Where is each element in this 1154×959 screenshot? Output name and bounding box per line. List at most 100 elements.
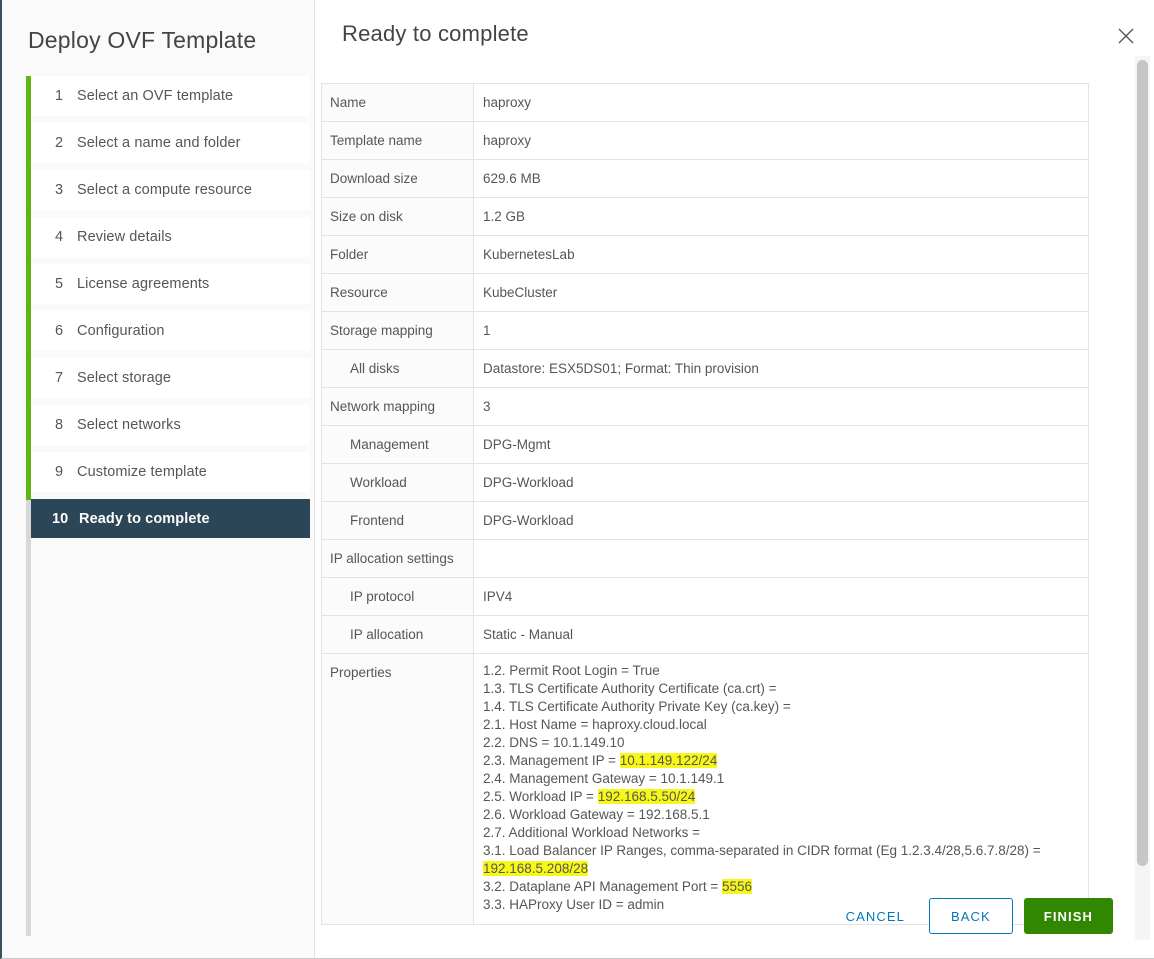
summary-row-value: Datastore: ESX5DS01; Format: Thin provis…	[474, 350, 1089, 388]
summary-row: Namehaproxy	[322, 84, 1089, 122]
property-line: 2.2. DNS = 10.1.149.10	[483, 734, 1088, 752]
sidebar-step-9[interactable]: 9Customize template	[31, 452, 310, 492]
sidebar-step-4[interactable]: 4Review details	[31, 217, 310, 257]
sidebar-step-1[interactable]: 1Select an OVF template	[31, 76, 310, 116]
sidebar-step-10[interactable]: 10Ready to complete	[31, 499, 310, 538]
sidebar-step-3[interactable]: 3Select a compute resource	[31, 170, 310, 210]
property-line: 2.4. Management Gateway = 10.1.149.1	[483, 770, 1088, 788]
sidebar-step-label: License agreements	[77, 276, 209, 292]
summary-row: WorkloadDPG-Workload	[322, 464, 1089, 502]
sidebar-step-number: 2	[55, 135, 77, 151]
sidebar-step-label: Select a name and folder	[77, 135, 241, 151]
scrollbar-thumb[interactable]	[1137, 60, 1148, 866]
property-line: 2.5. Workload IP = 192.168.5.50/24	[483, 788, 1088, 806]
summary-row-value: Static - Manual	[474, 616, 1089, 654]
sidebar-step-2[interactable]: 2Select a name and folder	[31, 123, 310, 163]
summary-row-label: Storage mapping	[322, 312, 474, 350]
summary-row-label: Management	[322, 426, 474, 464]
wizard-content: Ready to complete NamehaproxyTemplate na…	[315, 0, 1154, 958]
summary-row-value	[474, 540, 1089, 578]
summary-row: ManagementDPG-Mgmt	[322, 426, 1089, 464]
sidebar-step-7[interactable]: 7Select storage	[31, 358, 310, 398]
summary-row-label: Folder	[322, 236, 474, 274]
summary-row: All disksDatastore: ESX5DS01; Format: Th…	[322, 350, 1089, 388]
property-text: 2.1. Host Name = haproxy.cloud.local	[483, 717, 707, 732]
property-highlighted-value: 192.168.5.50/24	[598, 789, 696, 804]
wizard-sidebar: Deploy OVF Template 1Select an OVF templ…	[2, 0, 315, 958]
summary-row-value: DPG-Workload	[474, 464, 1089, 502]
property-text: 2.3. Management IP =	[483, 753, 620, 768]
summary-row: IP protocolIPV4	[322, 578, 1089, 616]
property-line: 2.1. Host Name = haproxy.cloud.local	[483, 716, 1088, 734]
content-scrollbar[interactable]	[1135, 56, 1150, 940]
wizard-step-list: 1Select an OVF template 2Select a name an…	[26, 76, 314, 958]
summary-row-value: DPG-Workload	[474, 502, 1089, 540]
summary-row-value: haproxy	[474, 122, 1089, 160]
summary-row-label: Resource	[322, 274, 474, 312]
finish-button[interactable]: FINISH	[1024, 898, 1113, 934]
summary-row: FrontendDPG-Workload	[322, 502, 1089, 540]
cancel-button[interactable]: CANCEL	[832, 901, 919, 932]
summary-row: IP allocationStatic - Manual	[322, 616, 1089, 654]
summary-row-value: KubeCluster	[474, 274, 1089, 312]
summary-row: Size on disk1.2 GB	[322, 198, 1089, 236]
summary-row-value: 1.2 GB	[474, 198, 1089, 236]
property-text: 2.2. DNS = 10.1.149.10	[483, 735, 624, 750]
summary-row-value: IPV4	[474, 578, 1089, 616]
sidebar-step-number: 6	[55, 323, 77, 339]
sidebar-step-6[interactable]: 6Configuration	[31, 311, 310, 351]
property-line: 3.1. Load Balancer IP Ranges, comma-sepa…	[483, 842, 1083, 878]
sidebar-step-number: 4	[55, 229, 77, 245]
sidebar-step-8[interactable]: 8Select networks	[31, 405, 310, 445]
summary-row-value: DPG-Mgmt	[474, 426, 1089, 464]
property-highlighted-value: 10.1.149.122/24	[620, 753, 718, 768]
summary-row: ResourceKubeCluster	[322, 274, 1089, 312]
dialog-footer: CANCEL BACK FINISH	[315, 896, 1154, 936]
property-highlighted-value: 5556	[722, 879, 752, 894]
summary-row: FolderKubernetesLab	[322, 236, 1089, 274]
property-text: 3.1. Load Balancer IP Ranges, comma-sepa…	[483, 843, 1041, 858]
sidebar-step-5[interactable]: 5License agreements	[31, 264, 310, 304]
summary-row-label: Template name	[322, 122, 474, 160]
back-button[interactable]: BACK	[929, 898, 1013, 934]
property-text: 2.4. Management Gateway = 10.1.149.1	[483, 771, 724, 786]
property-text: 2.5. Workload IP =	[483, 789, 598, 804]
summary-row-label: Properties	[322, 654, 474, 925]
property-text: 3.2. Dataplane API Management Port =	[483, 879, 722, 894]
property-line: 1.2. Permit Root Login = True	[483, 662, 1088, 680]
summary-row-label: Network mapping	[322, 388, 474, 426]
summary-row-value: KubernetesLab	[474, 236, 1089, 274]
property-text: 1.3. TLS Certificate Authority Certifica…	[483, 681, 777, 696]
property-line: 1.4. TLS Certificate Authority Private K…	[483, 698, 1088, 716]
summary-row: IP allocation settings	[322, 540, 1089, 578]
summary-row: Storage mapping1	[322, 312, 1089, 350]
sidebar-step-label: Select networks	[77, 417, 181, 433]
summary-row-value: haproxy	[474, 84, 1089, 122]
summary-row: Download size629.6 MB	[322, 160, 1089, 198]
summary-row-label: IP protocol	[322, 578, 474, 616]
sidebar-step-number: 9	[55, 464, 77, 480]
summary-row-label: IP allocation	[322, 616, 474, 654]
sidebar-step-label: Configuration	[77, 323, 165, 339]
summary-row-value: 3	[474, 388, 1089, 426]
summary-row-label: Download size	[322, 160, 474, 198]
sidebar-step-number: 3	[55, 182, 77, 198]
summary-row-value: 629.6 MB	[474, 160, 1089, 198]
summary-row-label: Frontend	[322, 502, 474, 540]
summary-row: Template namehaproxy	[322, 122, 1089, 160]
sidebar-step-label: Customize template	[77, 464, 207, 480]
sidebar-step-label: Ready to complete	[79, 511, 210, 527]
summary-row: Network mapping3	[322, 388, 1089, 426]
sidebar-step-number: 10	[52, 511, 79, 527]
sidebar-step-number: 5	[55, 276, 77, 292]
summary-row-label: Workload	[322, 464, 474, 502]
summary-table: NamehaproxyTemplate namehaproxyDownload …	[321, 83, 1089, 925]
summary-row-properties: Properties1.2. Permit Root Login = True1…	[322, 654, 1089, 925]
property-line: 1.3. TLS Certificate Authority Certifica…	[483, 680, 1088, 698]
sidebar-step-number: 8	[55, 417, 77, 433]
close-icon[interactable]	[1114, 24, 1138, 48]
summary-row-label: Size on disk	[322, 198, 474, 236]
property-line: 2.3. Management IP = 10.1.149.122/24	[483, 752, 1088, 770]
sidebar-step-number: 7	[55, 370, 77, 386]
property-line: 3.2. Dataplane API Management Port = 555…	[483, 878, 1088, 896]
